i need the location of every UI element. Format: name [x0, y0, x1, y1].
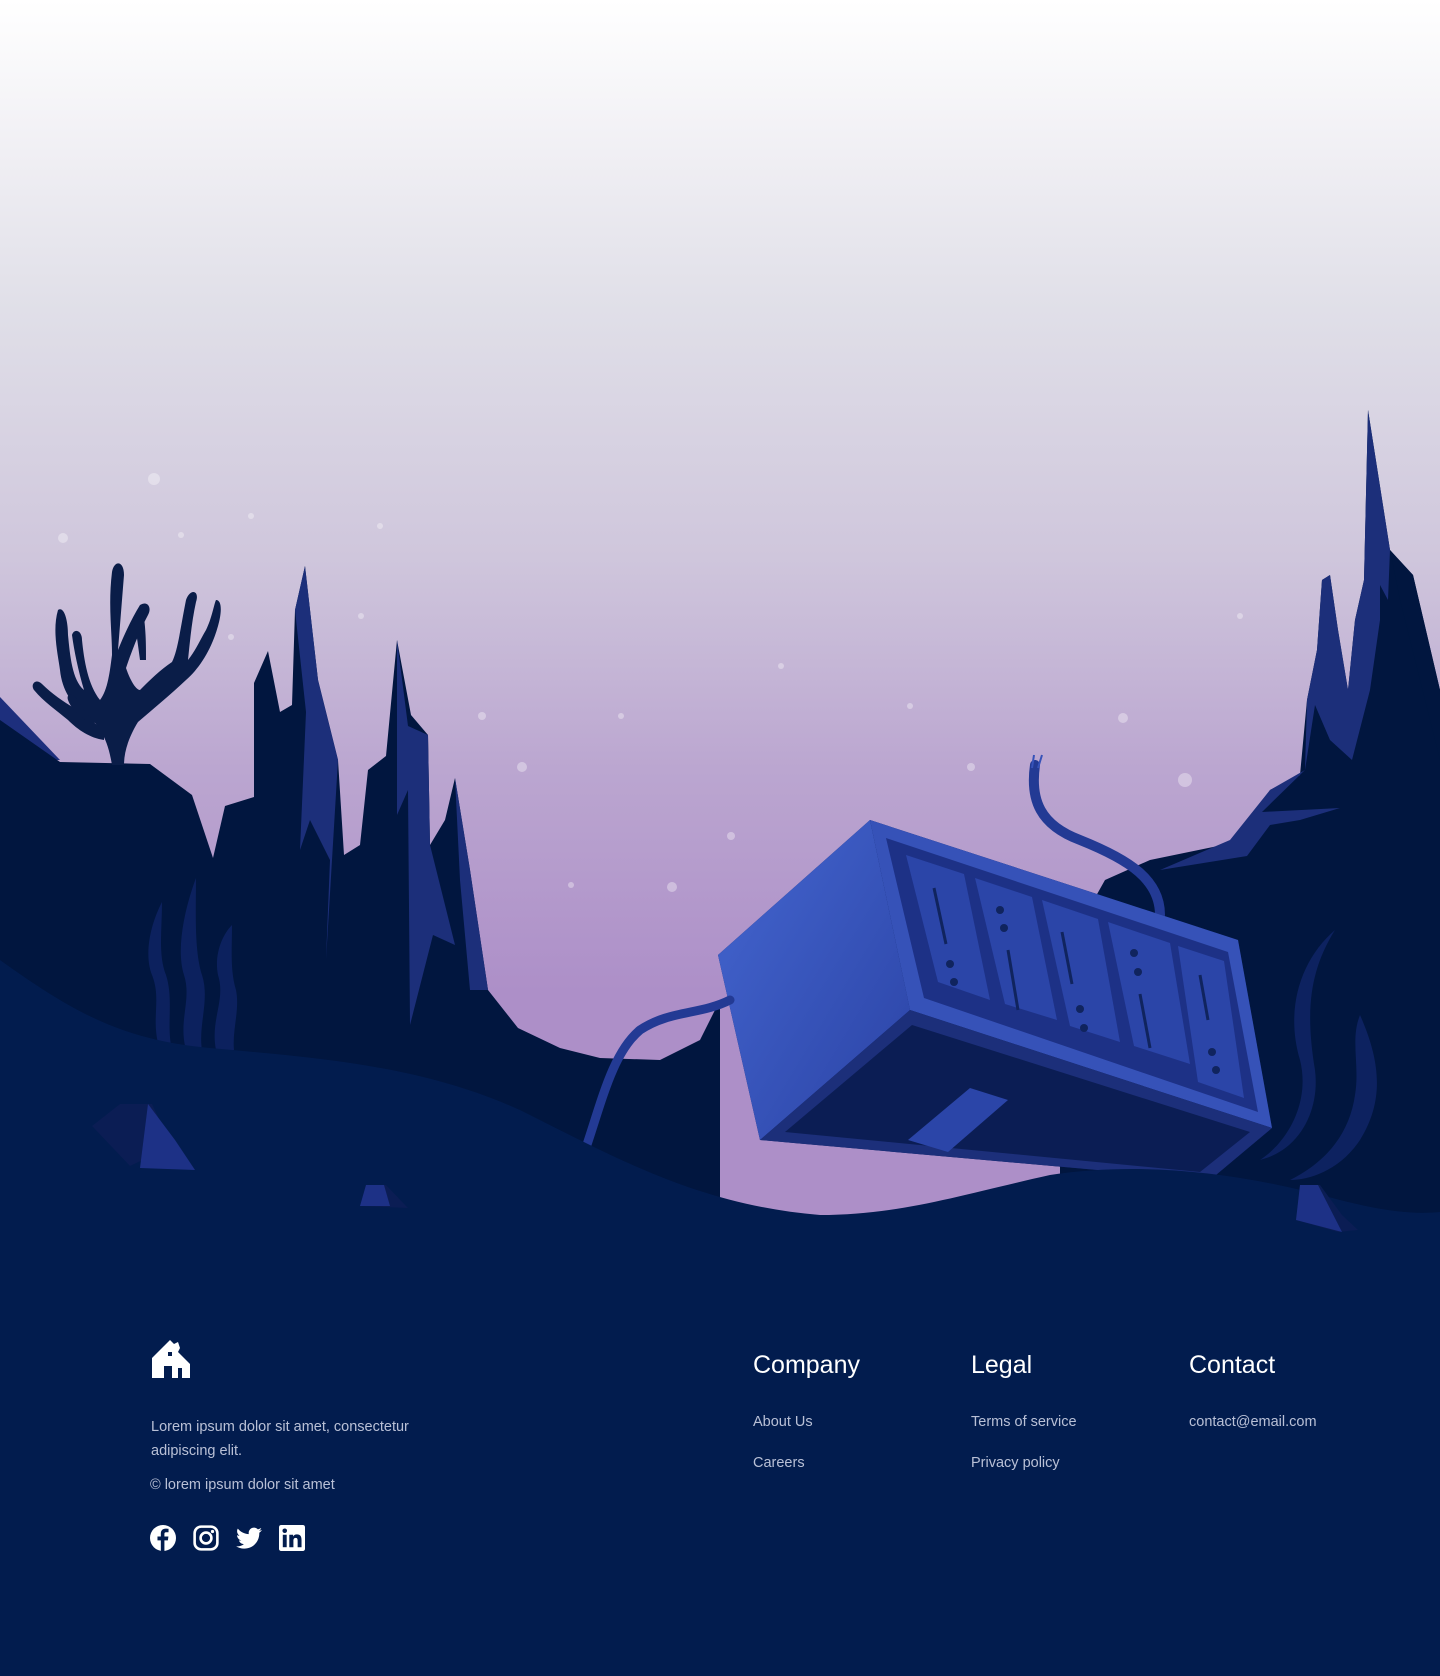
brand-description: Lorem ipsum dolor sit amet, consectetur … — [151, 1419, 409, 1459]
underwater-hero-illustration — [0, 0, 1440, 1240]
coral-tree — [32, 563, 221, 765]
twitter-icon — [236, 1527, 262, 1549]
contact-links: contact@email.com — [1189, 1410, 1317, 1434]
careers-link[interactable]: Careers — [753, 1455, 805, 1471]
copyright-text: © lorem ipsum dolor sit amet — [150, 1477, 335, 1493]
twitter-link[interactable] — [236, 1525, 262, 1551]
seabed-scene — [0, 380, 1440, 1240]
terms-of-service-link[interactable]: Terms of service — [971, 1414, 1077, 1430]
contact-heading: Contact — [1189, 1351, 1276, 1379]
linkedin-icon — [279, 1525, 305, 1551]
social-links — [150, 1525, 305, 1551]
instagram-icon — [193, 1525, 219, 1551]
company-heading: Company — [753, 1351, 860, 1379]
instagram-link[interactable] — [193, 1525, 219, 1551]
facebook-icon — [150, 1525, 176, 1551]
legal-heading: Legal — [971, 1351, 1033, 1379]
about-us-link[interactable]: About Us — [753, 1414, 813, 1430]
linkedin-link[interactable] — [279, 1525, 305, 1551]
privacy-policy-link[interactable]: Privacy policy — [971, 1455, 1060, 1471]
facebook-link[interactable] — [150, 1525, 176, 1551]
footer-column-legal: Legal Terms of service Privacy policy — [971, 1346, 1077, 1492]
footer-column-company: Company About Us Careers — [753, 1346, 860, 1492]
polar-bear-logo-icon[interactable] — [150, 1340, 190, 1378]
company-links: About Us Careers — [753, 1410, 860, 1475]
legal-links: Terms of service Privacy policy — [971, 1410, 1077, 1475]
footer-column-contact: Contact contact@email.com — [1189, 1346, 1317, 1451]
contact-email-link[interactable]: contact@email.com — [1189, 1414, 1317, 1430]
